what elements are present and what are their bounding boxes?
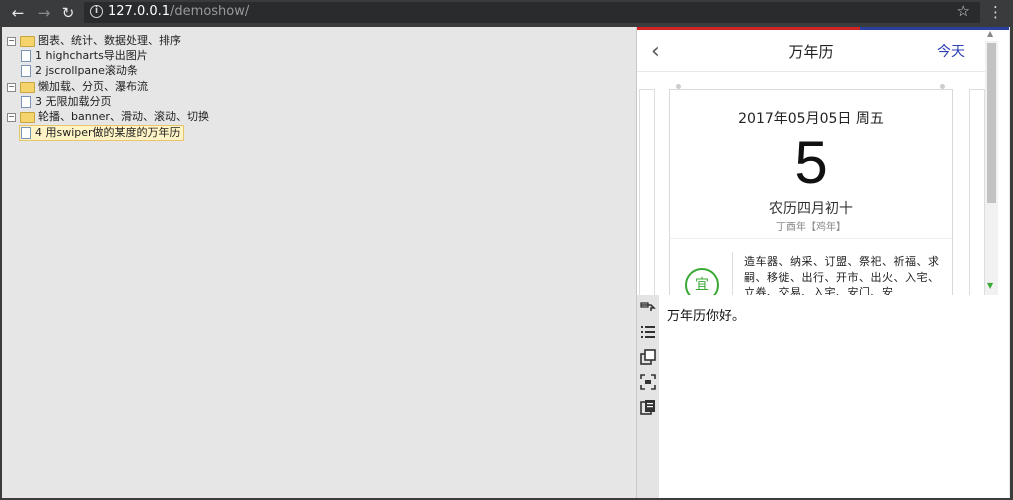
url-host: 127.0.0.1 — [108, 4, 171, 19]
folder-icon — [20, 111, 35, 123]
folder-icon — [20, 81, 35, 93]
collapse-toggle-icon[interactable]: − — [7, 112, 16, 122]
pin-icon[interactable] — [640, 299, 656, 315]
output-text: 万年历你好。 — [667, 309, 746, 324]
preview-title: 万年历 — [788, 43, 834, 61]
tree-folder[interactable]: − 轮播、banner、滑动、滚动、切换 — [7, 110, 209, 124]
tree-file-selected[interactable]: 4 用swiper做的某度的万年历 — [19, 125, 184, 141]
browser-toolbar: ← → ↻ i 127.0.0.1/demoshow/ ☆ ⋮ — [0, 0, 1013, 26]
tree-folder-label: 懒加载、分页、瀑布流 — [38, 80, 148, 93]
header-divider — [637, 71, 985, 72]
file-icon — [21, 96, 31, 108]
url-text[interactable]: 127.0.0.1/demoshow/ — [108, 4, 249, 19]
file-icon — [21, 65, 31, 77]
address-bar[interactable]: i 127.0.0.1/demoshow/ ☆ — [84, 2, 980, 23]
calendar-preview: ‹ 万年历 今天 2017年05月05日 周五 5 农历四月初十 丁酉年【鸡年】… — [637, 27, 1009, 295]
star-icon[interactable]: ☆ — [957, 2, 970, 20]
list-icon[interactable] — [640, 324, 656, 340]
back-arrow-icon[interactable]: ← — [8, 3, 28, 23]
tree-file[interactable]: 2 jscrollpane滚动条 — [21, 64, 138, 78]
yi-activities: 造车器、纳采、订盟、祭祀、祈福、求嗣、移徙、出行、开市、出火、入宅、立券、交易、… — [744, 255, 940, 295]
tree-file[interactable]: 3 无限加载分页 — [21, 95, 112, 109]
tree-file-label: 4 用swiper做的某度的万年历 — [35, 126, 181, 139]
tree-file-label: 1 highcharts导出图片 — [35, 49, 148, 62]
menu-dots-icon[interactable]: ⋮ — [988, 3, 1003, 23]
tree-folder[interactable]: − 懒加载、分页、瀑布流 — [7, 80, 148, 94]
scroll-down-icon[interactable]: ▼ — [987, 281, 993, 290]
ganzhi-year: 丁酉年【鸡年】 — [776, 222, 846, 233]
output-pane[interactable]: 万年历你好。 — [659, 295, 1009, 498]
forward-arrow-icon[interactable]: → — [34, 3, 54, 23]
tree-folder-label: 图表、统计、数据处理、排序 — [38, 34, 181, 47]
accent-bar — [637, 27, 1009, 30]
today-button[interactable]: 今天 — [937, 41, 965, 61]
collapse-toggle-icon[interactable]: − — [7, 82, 16, 92]
card-divider — [670, 238, 952, 239]
day-card[interactable]: 2017年05月05日 周五 5 农历四月初十 丁酉年【鸡年】 宜 造车器、纳采… — [669, 84, 953, 295]
preview-scrollbar-thumb[interactable] — [987, 43, 996, 203]
tree-folder-label: 轮播、banner、滑动、滚动、切换 — [38, 110, 209, 123]
info-icon[interactable]: i — [90, 5, 103, 18]
capture-icon[interactable] — [640, 374, 656, 390]
date-line: 2017年05月05日 周五 — [738, 111, 884, 127]
pin-dot — [940, 84, 945, 89]
pin-dot — [676, 84, 681, 89]
tree-file[interactable]: 1 highcharts导出图片 — [21, 49, 148, 63]
url-path: /demoshow/ — [170, 4, 250, 19]
folder-icon — [20, 35, 35, 47]
lunar-date: 农历四月初十 — [769, 201, 853, 217]
file-icon — [21, 127, 31, 139]
day-number: 5 — [794, 129, 828, 196]
tree-file-label: 2 jscrollpane滚动条 — [35, 64, 138, 77]
yi-divider — [732, 252, 733, 295]
windows-icon[interactable] — [640, 349, 656, 365]
tool-column — [637, 295, 659, 498]
scroll-up-icon[interactable]: ▲ — [987, 29, 993, 38]
page-content: − 图表、统计、数据处理、排序 1 highcharts导出图片 2 jscrol… — [2, 27, 1010, 498]
clipboard-icon[interactable] — [640, 399, 656, 415]
collapse-toggle-icon[interactable]: − — [7, 36, 16, 46]
file-icon — [21, 50, 31, 62]
next-day-card[interactable] — [969, 89, 985, 295]
prev-day-card[interactable] — [639, 89, 655, 295]
tree-file-label: 3 无限加载分页 — [35, 95, 112, 108]
reload-icon[interactable]: ↻ — [58, 3, 78, 23]
demo-tree: − 图表、统计、数据处理、排序 1 highcharts导出图片 2 jscrol… — [2, 27, 636, 498]
tree-folder[interactable]: − 图表、统计、数据处理、排序 — [7, 34, 181, 48]
yi-badge: 宜 — [685, 268, 719, 295]
